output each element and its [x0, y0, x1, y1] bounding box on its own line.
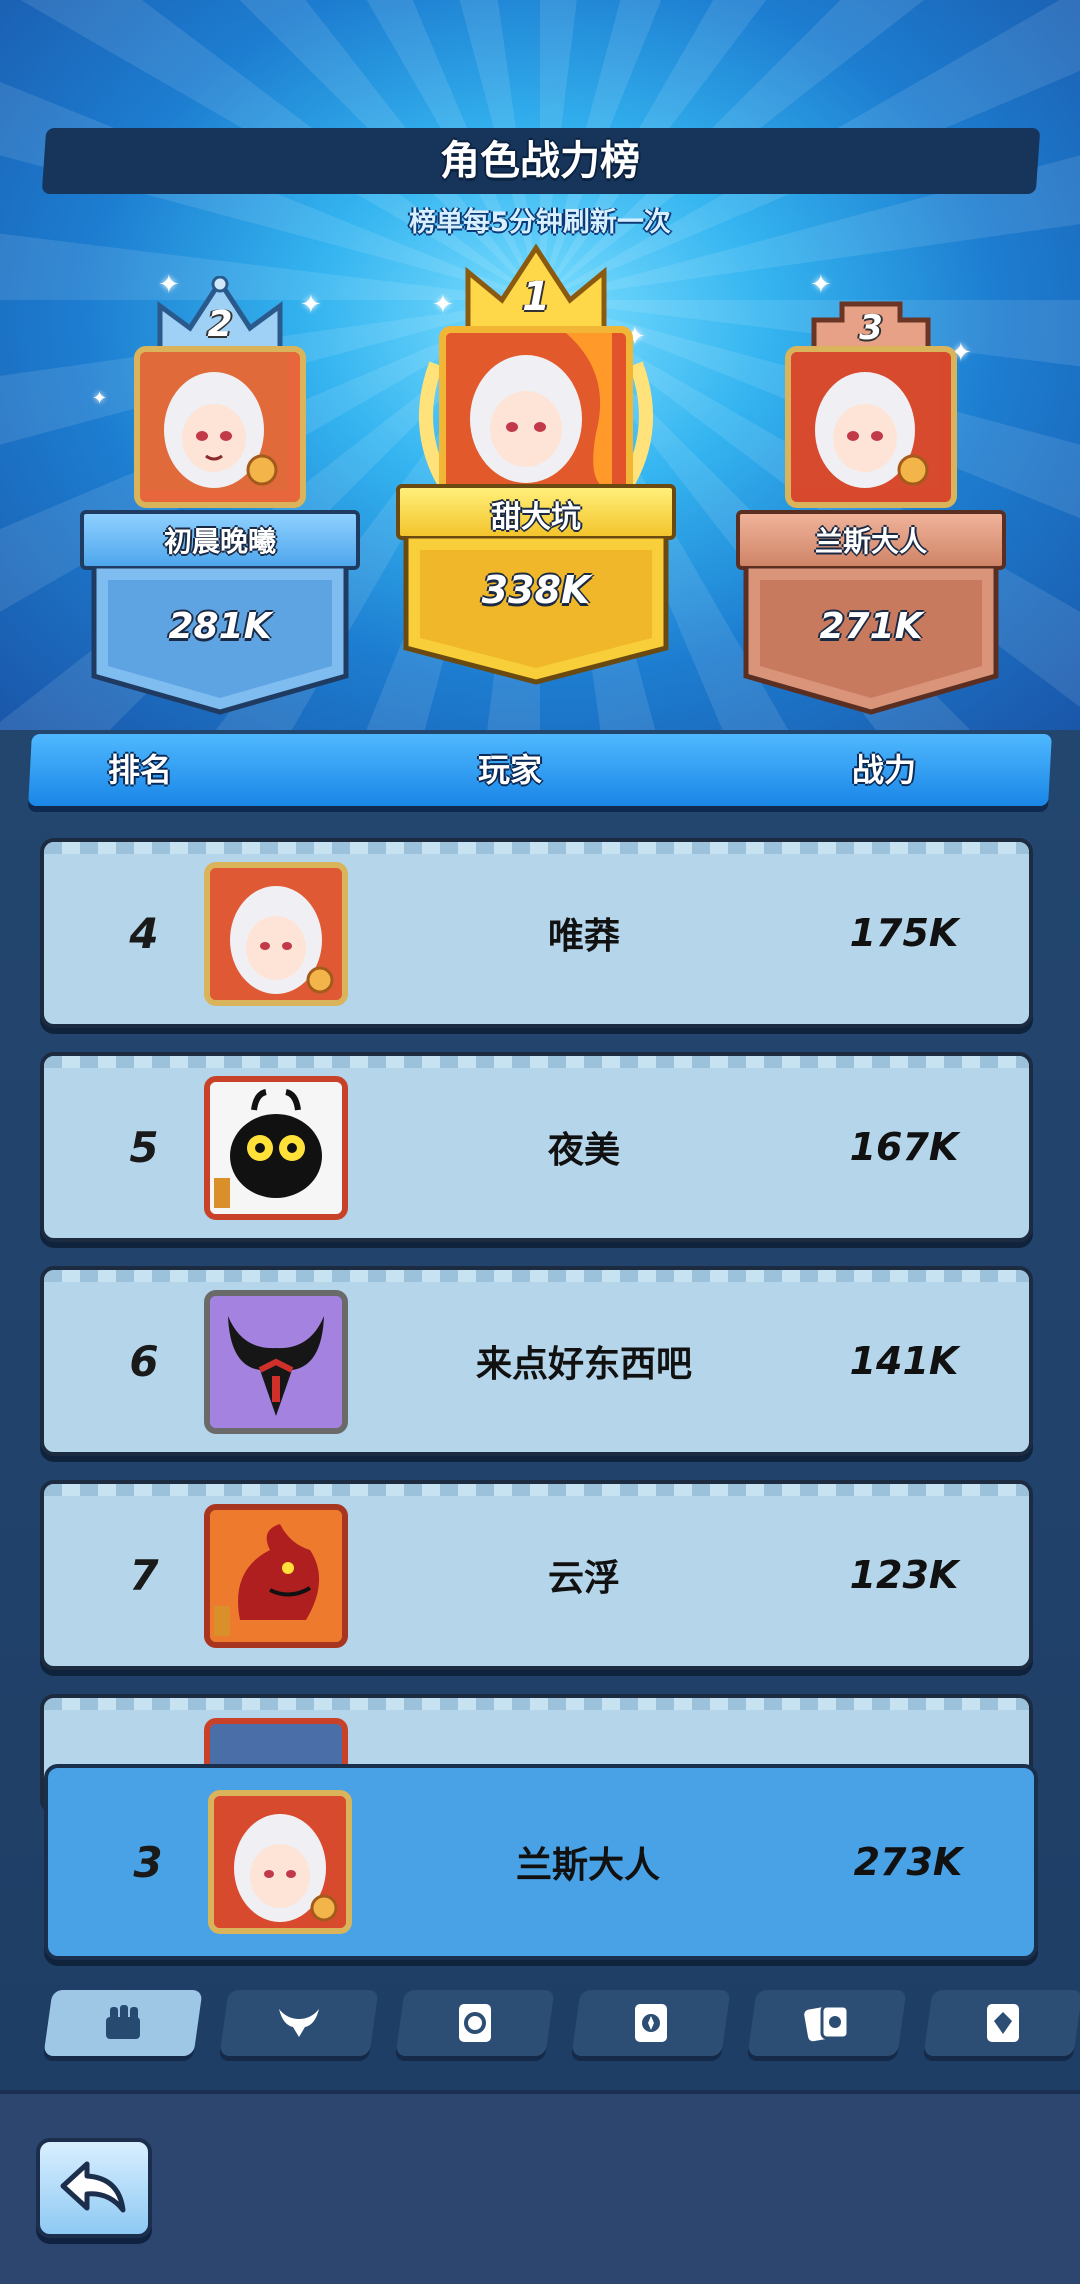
podium-third-place[interactable]: 3 兰斯大人 271K [736, 276, 1006, 716]
podium-rank: 1 [522, 274, 550, 320]
column-header-rank: 排名 [108, 751, 173, 789]
row-rank: 3 [133, 1837, 163, 1887]
table-row[interactable]: 7 云浮 123K [40, 1480, 1033, 1670]
avatar[interactable] [204, 1076, 348, 1220]
elf-girl-avatar-icon [214, 1796, 346, 1928]
avatar[interactable] [204, 1290, 348, 1434]
podium-power: 281K [168, 606, 272, 647]
row-power: 273K [853, 1840, 963, 1884]
row-player-name: 唯莽 [547, 916, 620, 957]
bottom-bar [0, 2090, 1080, 2284]
tab-horns[interactable] [219, 1990, 379, 2056]
bull-horns-icon [279, 2009, 319, 2037]
tab-gem[interactable] [923, 1990, 1080, 2056]
podium-rank: 2 [207, 304, 233, 345]
row-power: 123K [849, 1553, 959, 1597]
row-player-name: 来点好东西吧 [475, 1344, 692, 1385]
column-header-player: 玩家 [478, 751, 543, 789]
avatar[interactable] [208, 1790, 352, 1934]
row-player-name: 兰斯大人 [515, 1845, 660, 1886]
table-row[interactable]: 4 唯莽 175K [40, 838, 1033, 1028]
podium-player-name: 甜大坑 [491, 500, 581, 535]
red-dragon-avatar-icon [210, 1510, 342, 1642]
row-rank: 6 [129, 1336, 159, 1386]
podium-first-place[interactable]: 1 甜大坑 338K [396, 244, 676, 685]
tab-pair-cards[interactable] [747, 1990, 907, 2056]
table-row[interactable]: 5 夜美 167K [40, 1052, 1033, 1242]
spiral-card-icon [459, 2004, 491, 2042]
avatar[interactable] [204, 1504, 348, 1648]
avatar [785, 346, 957, 508]
elf-girl-avatar-icon [446, 333, 612, 489]
page-title: 角色战力榜 [440, 138, 640, 184]
refresh-subtitle: 榜单每5分钟刷新一次 [409, 207, 671, 238]
row-rank: 4 [129, 908, 159, 958]
elf-girl-avatar-icon [791, 352, 939, 490]
column-header-power: 战力 [852, 751, 917, 789]
tab-fist[interactable] [43, 1990, 203, 2056]
row-player-name: 夜美 [547, 1130, 620, 1171]
avatar[interactable] [204, 862, 348, 1006]
elf-girl-avatar-icon [210, 868, 342, 1000]
avatar [439, 326, 633, 510]
fist-icon [106, 2005, 140, 2039]
elf-girl-avatar-icon [140, 352, 288, 490]
row-power: 141K [849, 1339, 959, 1383]
row-power: 167K [849, 1125, 959, 1169]
row-rank: 5 [129, 1122, 159, 1172]
podium-power: 338K [481, 568, 591, 612]
black-slime-avatar-icon [210, 1082, 342, 1214]
row-rank: 7 [129, 1550, 159, 1600]
avatar [134, 346, 306, 508]
podium-player-name: 兰斯大人 [814, 525, 927, 558]
category-tabs [0, 1990, 1080, 2062]
my-rank-row[interactable]: 3 兰斯大人 273K [44, 1764, 1038, 1960]
pair-cards-icon [804, 2004, 850, 2042]
podium-player-name: 初晨晚曦 [163, 525, 276, 558]
compass-card-icon [635, 2004, 667, 2042]
row-power: 175K [849, 911, 959, 955]
table-row[interactable]: 6 来点好东西吧 141K [40, 1266, 1033, 1456]
back-arrow-icon [60, 2161, 126, 2213]
gem-card-icon [987, 2004, 1019, 2042]
tab-spiral[interactable] [395, 1990, 555, 2056]
podium-second-place[interactable]: 2 初晨晚曦 281K [80, 276, 360, 716]
podium-rank: 3 [859, 308, 883, 348]
podium-power: 271K [819, 606, 923, 647]
tab-compass[interactable] [571, 1990, 731, 2056]
back-button[interactable] [36, 2138, 152, 2238]
horned-demon-avatar-icon [210, 1296, 342, 1428]
row-player-name: 云浮 [547, 1558, 620, 1599]
